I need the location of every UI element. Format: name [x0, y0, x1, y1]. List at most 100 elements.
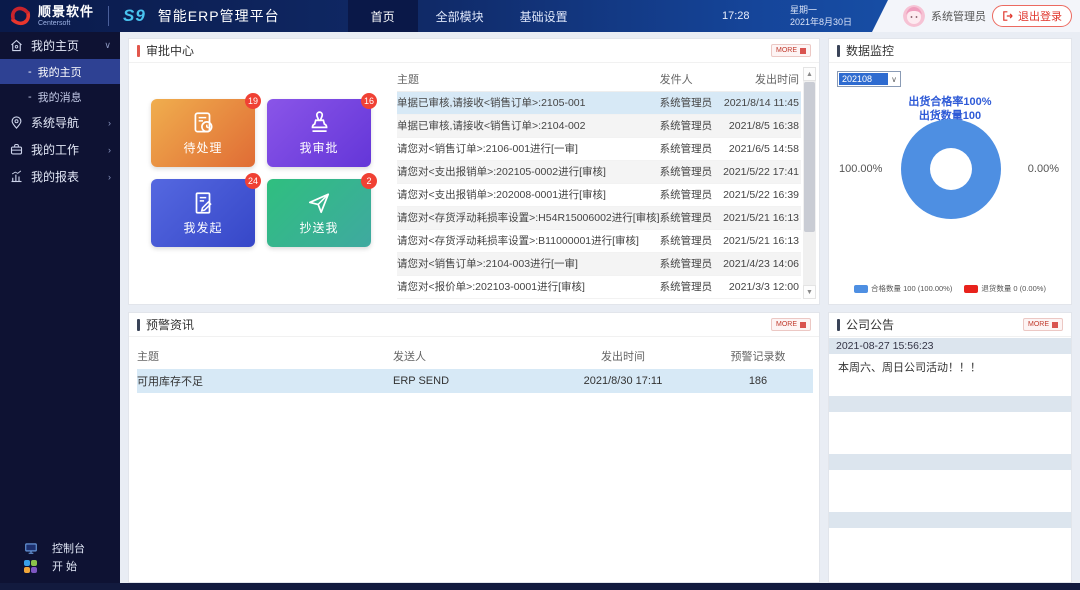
approval-row[interactable]: 请您对<报价单>:202103-0001进行[审核]系统管理员2021/3/3 … — [397, 275, 801, 298]
sidebar: 我的主页 ∨ - 我的主页 - 我的消息 系统导航 › 我的工作 › — [0, 32, 120, 583]
sidebar-item-system-nav[interactable]: 系统导航 › — [0, 109, 120, 136]
announcements-panel: 公司公告 MORE 2021-08-27 15:56:23本周六、周日公司活动！… — [828, 312, 1072, 583]
tile-label: 我审批 — [299, 139, 338, 156]
approval-row[interactable]: 请您对<支出报销单>:202008-0001进行[审核]系统管理员2021/5/… — [397, 183, 801, 206]
period-select[interactable]: 202108 ∨ — [837, 71, 901, 87]
legend-item[interactable]: 退货数量 0 (0.00%) — [964, 283, 1046, 294]
approval-row[interactable]: 请您对<销售订单>:2104-003进行[一审]系统管理员2021/4/23 1… — [397, 252, 801, 275]
tile-pending[interactable]: 19 待处理 — [151, 99, 255, 167]
announcement-date: 2021-08-27 15:56:23 — [829, 338, 1071, 354]
clock: 17:28 — [722, 0, 750, 32]
approval-row[interactable]: 请您对<支出报销单>:202105-0002进行[审核]系统管理员2021/5/… — [397, 160, 801, 183]
scroll-thumb[interactable] — [804, 82, 815, 232]
col-send-time: 发出时间 — [543, 343, 703, 369]
start-icon — [24, 560, 37, 573]
more-label: MORE — [776, 47, 797, 54]
sidebar-item-label: 我的工作 — [31, 141, 79, 158]
logout-label: 退出登录 — [1018, 8, 1062, 24]
monitor-panel-title: 数据监控 — [846, 42, 894, 59]
data-monitor-panel: 数据监控 202108 ∨ 出货合格率100% 出货数量100 100.00% … — [828, 38, 1072, 305]
alerts-more-button[interactable]: MORE — [771, 318, 811, 331]
announcement-content — [829, 470, 1071, 512]
sidebar-subitem-my-home[interactable]: - 我的主页 — [0, 59, 120, 84]
period-value: 202108 — [839, 73, 888, 85]
legend-item[interactable]: 合格数量 100 (100.00%) — [854, 283, 952, 294]
start-button[interactable]: 开 始 — [0, 557, 120, 575]
briefcase-icon — [9, 142, 24, 157]
chevron-down-icon: ∨ — [104, 40, 111, 51]
more-icon — [800, 322, 806, 328]
product-title: 智能ERP管理平台 — [158, 6, 280, 26]
sidebar-item-my-home[interactable]: 我的主页 ∨ — [0, 32, 120, 59]
approval-scrollbar[interactable]: ▲ ▼ — [803, 67, 816, 299]
erp-dashboard: 顺景软件 Centersoft S9 智能ERP管理平台 首页 全部模块 基础设… — [0, 0, 1080, 590]
monitor-panel-header: 数据监控 — [829, 39, 1071, 63]
announcement-date — [829, 512, 1071, 528]
pending-badge: 19 — [245, 93, 261, 109]
logout-button[interactable]: 退出登录 — [992, 5, 1072, 27]
sidebar-item-my-reports[interactable]: 我的报表 › — [0, 163, 120, 190]
username-label: 系统管理员 — [931, 8, 986, 24]
alerts-table-header-row: 主题 发送人 发出时间 预警记录数 — [137, 343, 813, 369]
product-logo: S9 — [123, 6, 146, 26]
map-pin-icon — [9, 115, 24, 130]
announcement-date — [829, 454, 1071, 470]
console-icon — [24, 541, 38, 555]
announcement-content: 本周六、周日公司活动！！！ — [829, 354, 1071, 396]
approval-table: 主题 发件人 发出时间 单据已审核,请接收<销售订单>:2105-001系统管理… — [397, 67, 801, 299]
chart-icon — [9, 169, 24, 184]
chart-legend: 合格数量 100 (100.00%) 退货数量 0 (0.00%) — [829, 283, 1071, 294]
sidebar-subitem-my-messages[interactable]: - 我的消息 — [0, 84, 120, 109]
logo-divider — [108, 6, 109, 26]
weekday-label: 星期一 — [790, 4, 852, 16]
approval-more-button[interactable]: MORE — [771, 44, 811, 57]
legend-swatch — [854, 285, 868, 293]
announcement-date — [829, 396, 1071, 412]
approval-row[interactable]: 单据已审核,请接收<销售订单>:2105-001系统管理员2021/8/14 1… — [397, 91, 801, 114]
tile-cc-to-me[interactable]: 2 抄送我 — [267, 179, 371, 247]
main-nav: 首页 全部模块 基础设置 — [348, 0, 586, 32]
pending-doc-clock-icon — [190, 110, 216, 136]
announcement-content — [829, 412, 1071, 454]
sidebar-item-label: 我的主页 — [31, 37, 79, 54]
avatar[interactable] — [903, 5, 925, 27]
nav-tab-all-modules[interactable]: 全部模块 — [418, 0, 502, 32]
more-label: MORE — [776, 321, 797, 328]
chevron-right-icon: › — [108, 145, 111, 155]
console-button[interactable]: 控制台 — [0, 539, 120, 557]
panel-accent-bar — [837, 45, 840, 57]
scroll-down-arrow[interactable]: ▼ — [803, 285, 816, 299]
tile-my-approvals[interactable]: 16 我审批 — [267, 99, 371, 167]
alert-row[interactable]: 可用库存不足ERP SEND2021/8/30 17:11186 — [137, 369, 813, 393]
approval-table-header-row: 主题 发件人 发出时间 — [397, 67, 801, 91]
chevron-right-icon: › — [108, 118, 111, 128]
approval-row[interactable]: 请您对<存货浮动耗损率设置>:H54R15006002进行[审核]系统管理员20… — [397, 206, 801, 229]
alerts-panel-header: 预警资讯 MORE — [129, 313, 819, 337]
scroll-up-arrow[interactable]: ▲ — [803, 67, 816, 81]
edit-document-icon — [190, 190, 216, 216]
nav-tab-home[interactable]: 首页 — [348, 0, 418, 32]
approval-tiles: 19 待处理 16 我审批 — [151, 99, 391, 269]
alerts-table-body: 可用库存不足ERP SEND2021/8/30 17:11186 — [137, 369, 813, 393]
brand-area: 顺景软件 Centersoft S9 智能ERP管理平台 — [0, 4, 280, 28]
sidebar-item-my-work[interactable]: 我的工作 › — [0, 136, 120, 163]
tile-initiated-by-me[interactable]: 24 我发起 — [151, 179, 255, 247]
announcements-more-button[interactable]: MORE — [1023, 318, 1063, 331]
panel-accent-bar — [137, 319, 140, 331]
approval-panel-header: 审批中心 MORE — [129, 39, 819, 63]
nav-tab-basic-settings[interactable]: 基础设置 — [502, 0, 586, 32]
logout-icon — [1002, 10, 1014, 22]
approval-row[interactable]: 请您对<销售订单>:2106-001进行[一审]系统管理员2021/6/5 14… — [397, 137, 801, 160]
approval-row[interactable]: 单据已审核,请接收<销售订单>:2104-002系统管理员2021/8/5 16… — [397, 114, 801, 137]
main-content: 审批中心 MORE 19 待处理 — [120, 32, 1080, 583]
legend-swatch — [964, 285, 978, 293]
approval-row[interactable]: 请您对<存货浮动耗损率设置>:B11000001进行[审核]系统管理员2021/… — [397, 229, 801, 252]
company-name: 顺景软件 — [38, 5, 94, 18]
paper-plane-icon — [306, 190, 332, 216]
tile-label: 我发起 — [183, 219, 222, 236]
console-label: 控制台 — [52, 540, 85, 556]
col-sender: 发送人 — [393, 343, 543, 369]
tile-label: 抄送我 — [299, 219, 338, 236]
col-sender: 发件人 — [660, 67, 719, 91]
initiated-badge: 24 — [245, 173, 261, 189]
